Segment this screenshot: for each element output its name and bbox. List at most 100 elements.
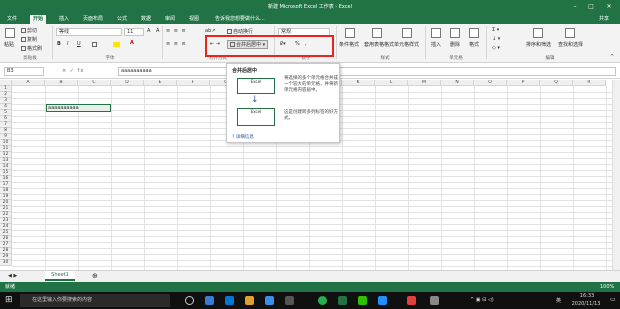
name-box[interactable]: B3 xyxy=(4,67,44,76)
font-size-shrink-icon[interactable]: A xyxy=(156,28,159,34)
paste-icon[interactable] xyxy=(5,28,15,38)
gridline xyxy=(12,242,612,243)
format-cells-icon[interactable] xyxy=(469,28,479,38)
find-select-icon[interactable] xyxy=(565,28,575,38)
formula-input[interactable]: aaaaaaaaaa xyxy=(118,67,616,76)
orientation-icon[interactable]: ab↗ xyxy=(205,28,215,34)
align-top-icons[interactable]: ≡ ≡ ≡ xyxy=(166,28,187,34)
tooltip-description: 将选择的多个单元格合并成一个较大的单元格，并将新单元格内容居中。 xyxy=(284,76,338,93)
column-header-c[interactable]: C xyxy=(78,80,111,86)
tab-view[interactable]: 视图 xyxy=(186,15,202,24)
minimize-icon[interactable]: – xyxy=(570,2,580,11)
column-header-l[interactable]: L xyxy=(375,80,408,86)
column-header-o[interactable]: O xyxy=(474,80,507,86)
status-ready: 就绪 xyxy=(5,284,16,290)
input-language[interactable]: 英 xyxy=(556,297,561,304)
cell-styles-icon[interactable] xyxy=(402,28,412,38)
column-header-d[interactable]: D xyxy=(111,80,144,86)
green-app-icon[interactable] xyxy=(318,296,327,305)
font-size-select[interactable]: 11 xyxy=(124,28,144,36)
font-color-icon[interactable]: A xyxy=(130,40,134,46)
clear-icon[interactable]: ◇ ▾ xyxy=(492,45,500,51)
font-name-select[interactable]: 等线 xyxy=(56,28,122,36)
column-header-n[interactable]: N xyxy=(441,80,474,86)
clock-date[interactable]: 2020/11/13 xyxy=(566,301,606,307)
excel-taskbar-icon[interactable] xyxy=(338,296,347,305)
column-header-q[interactable]: Q xyxy=(540,80,573,86)
start-icon[interactable]: ⊞ xyxy=(5,295,13,305)
tooltip-more-info-link[interactable]: ? 详细信息 xyxy=(232,134,254,140)
column-header-r[interactable]: R xyxy=(573,80,606,86)
gray-app-icon[interactable] xyxy=(430,296,439,305)
conditional-format-button[interactable]: 条件格式 xyxy=(339,41,359,48)
selected-cell-b3[interactable]: aaaaaaaaaa xyxy=(46,104,111,112)
gridline xyxy=(12,218,612,219)
task-view-icon[interactable] xyxy=(205,296,214,305)
find-select-button[interactable]: 查找和选择 xyxy=(558,41,583,48)
wrap-text-button[interactable]: 自动换行 xyxy=(227,28,253,35)
tell-me-box[interactable]: 告诉我您想要做什么... xyxy=(212,15,268,24)
italic-button[interactable]: I xyxy=(67,41,68,47)
align-left-icons[interactable]: ≡ ≡ ≡ xyxy=(166,41,187,47)
tray-icons[interactable]: ^ ▣ ⊟ ◁) xyxy=(470,297,494,303)
sort-filter-button[interactable]: 排序和筛选 xyxy=(526,41,551,48)
delete-cells-button[interactable]: 删除 xyxy=(450,41,460,48)
tab-page-layout[interactable]: 页面布局 xyxy=(80,15,106,24)
column-header-k[interactable]: K xyxy=(342,80,375,86)
share-button[interactable]: 共享 xyxy=(596,15,612,24)
tab-file[interactable]: 文件 xyxy=(4,15,20,24)
fill-icon[interactable]: ↓ ▾ xyxy=(492,36,500,42)
wechat-icon[interactable] xyxy=(358,296,367,305)
sheet-nav-icons[interactable]: ◀ ▶ xyxy=(8,273,17,279)
delete-cells-icon[interactable] xyxy=(450,28,460,38)
insert-cells-button[interactable]: 插入 xyxy=(431,41,441,48)
zoom-level[interactable]: 100% xyxy=(600,282,614,292)
tab-home[interactable]: 开始 xyxy=(30,15,47,24)
add-sheet-icon[interactable]: ⊕ xyxy=(92,272,98,280)
row-header-30[interactable]: 30 xyxy=(0,260,12,266)
copy-button[interactable]: 复制 xyxy=(21,36,37,43)
column-header-b[interactable]: B xyxy=(45,80,78,86)
table-format-icon[interactable] xyxy=(372,28,382,38)
column-header-p[interactable]: P xyxy=(507,80,540,86)
file-explorer-icon[interactable] xyxy=(245,296,254,305)
app-icon[interactable] xyxy=(285,296,294,305)
vertical-scrollbar[interactable] xyxy=(612,80,620,270)
conditional-format-icon[interactable] xyxy=(345,28,355,38)
fill-color-icon[interactable] xyxy=(113,42,120,47)
chat-app-icon[interactable] xyxy=(378,296,387,305)
column-header-e[interactable]: E xyxy=(144,80,177,86)
column-header-m[interactable]: M xyxy=(408,80,441,86)
sort-filter-icon[interactable] xyxy=(533,28,543,38)
insert-cells-icon[interactable] xyxy=(431,28,441,38)
format-cells-button[interactable]: 格式 xyxy=(469,41,479,48)
underline-button[interactable]: U xyxy=(77,41,81,47)
sheet-tab-sheet1[interactable]: Sheet1 xyxy=(45,271,75,281)
collapse-ribbon-icon[interactable]: ^ xyxy=(610,54,614,60)
store-icon[interactable] xyxy=(265,296,274,305)
edge-icon[interactable] xyxy=(225,296,234,305)
red-app-icon[interactable] xyxy=(407,296,416,305)
cut-button[interactable]: 剪切 xyxy=(21,27,37,34)
bold-button[interactable]: B xyxy=(57,41,61,47)
autosum-icon[interactable]: Σ ▾ xyxy=(492,27,499,33)
notification-icon[interactable]: ▭ xyxy=(610,296,616,303)
cell-styles-button[interactable]: 单元格样式 xyxy=(394,41,419,48)
cortana-icon[interactable] xyxy=(185,296,194,305)
maximize-icon[interactable]: □ xyxy=(586,2,596,11)
format-as-table-button[interactable]: 套用表格格式 xyxy=(364,41,394,48)
font-size-grow-icon[interactable]: A xyxy=(147,28,150,34)
taskbar-search[interactable]: 在这里输入你要搜索的内容 xyxy=(20,294,170,307)
clock-time[interactable]: 16:33 xyxy=(570,293,604,299)
borders-icon[interactable] xyxy=(92,42,97,47)
tab-formulas[interactable]: 公式 xyxy=(114,15,130,24)
tab-review[interactable]: 审阅 xyxy=(162,15,178,24)
formula-buttons[interactable]: × ✓ fx xyxy=(62,67,112,76)
format-painter-button[interactable]: 格式刷 xyxy=(21,45,42,52)
column-header-f[interactable]: F xyxy=(177,80,210,86)
tab-insert[interactable]: 插入 xyxy=(56,15,72,24)
tab-data[interactable]: 数据 xyxy=(138,15,154,24)
close-icon[interactable]: ✕ xyxy=(604,2,614,11)
paste-button[interactable]: 粘贴 xyxy=(4,41,14,48)
column-header-a[interactable]: A xyxy=(12,80,45,86)
